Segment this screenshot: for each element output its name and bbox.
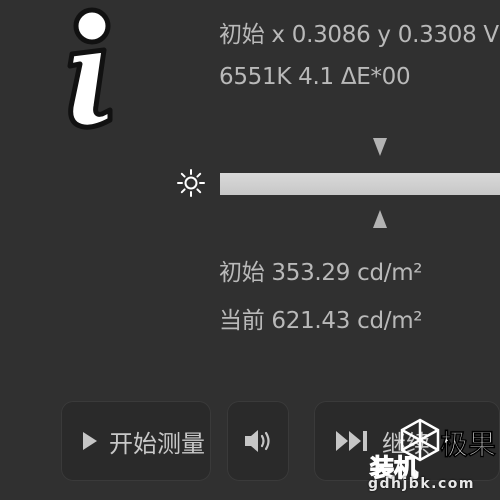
brightness-marker-top xyxy=(372,138,387,156)
current-luminance: 当前 621.43 cd/m² xyxy=(219,308,423,334)
svg-text:极果: 极果 xyxy=(440,428,496,461)
sound-button[interactable] xyxy=(227,401,289,481)
initial-temperature: 6551K 4.1 ΔE*00 xyxy=(219,64,411,90)
initial-coordinates: 初始 x 0.3086 y 0.3308 VDT xyxy=(219,22,500,48)
sun-icon xyxy=(177,169,205,197)
start-measurement-label: 开始测量 xyxy=(109,429,205,458)
info-icon xyxy=(67,7,113,130)
measurement-screen: 初始 x 0.3086 y 0.3308 VDT 6551K 4.1 ΔE*00… xyxy=(0,0,500,500)
speaker-icon xyxy=(245,430,270,452)
initial-luminance: 初始 353.29 cd/m² xyxy=(219,260,423,286)
play-icon xyxy=(83,432,97,450)
watermark-url: gdhjbk.com xyxy=(368,476,475,492)
brightness-bar xyxy=(220,173,500,195)
start-measurement-button[interactable]: 开始测量 xyxy=(61,401,211,481)
brightness-marker-bottom xyxy=(372,210,387,228)
